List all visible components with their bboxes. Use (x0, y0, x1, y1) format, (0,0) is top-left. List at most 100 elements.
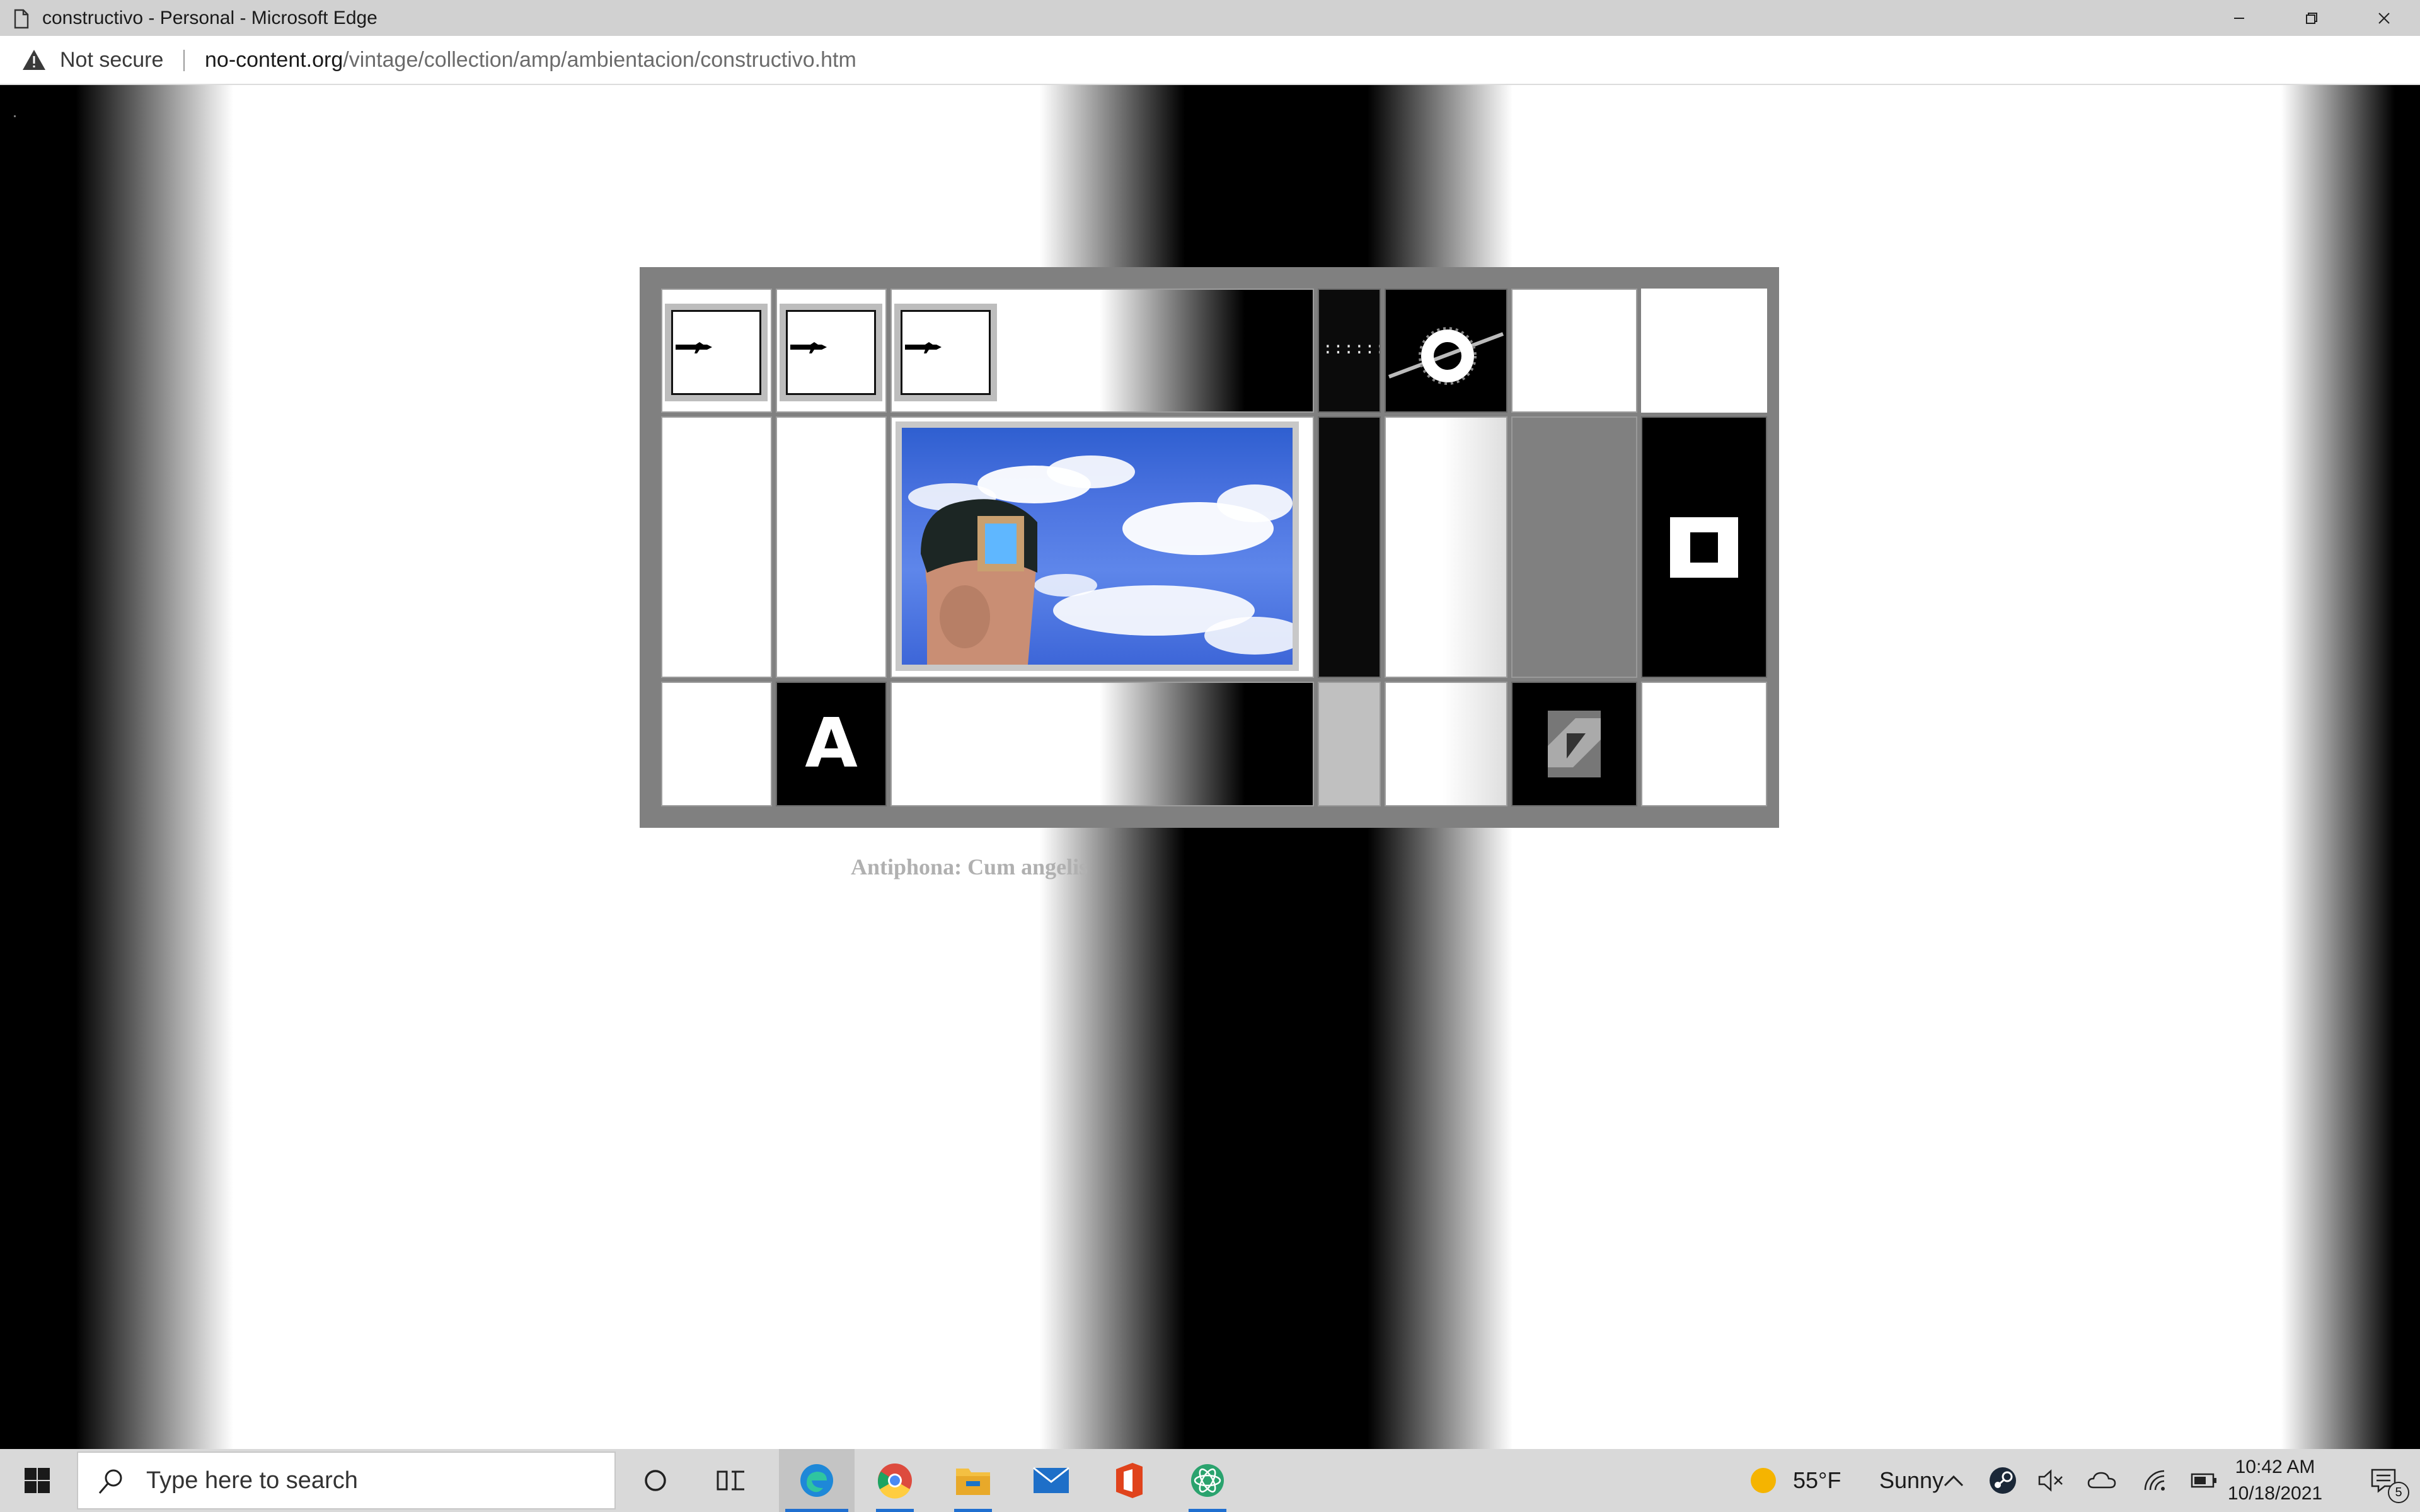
plane-icon (676, 342, 712, 353)
search-icon (98, 1469, 122, 1494)
clock-time: 10:42 AM (2235, 1457, 2315, 1477)
blurred-shape-icon[interactable] (1531, 696, 1617, 793)
close-icon (2378, 12, 2390, 24)
thumbnail-link[interactable] (780, 304, 882, 401)
thumbnail-link[interactable] (894, 304, 997, 401)
windows-logo-icon (25, 1468, 50, 1493)
cortana-button[interactable] (624, 1449, 687, 1512)
grid-cell (890, 682, 1314, 806)
url-field[interactable]: no-content.org/vintage/collection/amp/am… (205, 36, 856, 84)
edge-icon (800, 1464, 833, 1497)
taskbar-chrome-button[interactable] (857, 1449, 933, 1512)
taskbar-file-explorer-button[interactable] (935, 1449, 1011, 1512)
grid-cell (661, 416, 772, 678)
network-button[interactable] (2136, 1449, 2174, 1512)
divider (183, 50, 185, 71)
active-indicator (785, 1509, 848, 1512)
taskbar-edge-button[interactable] (779, 1449, 855, 1512)
sun-icon (1751, 1468, 1776, 1493)
close-button[interactable] (2348, 0, 2420, 36)
grid-cell: :::::::: (1318, 289, 1381, 413)
office-icon (1116, 1463, 1143, 1498)
minimize-button[interactable] (2203, 0, 2275, 36)
constructivo-grid-frame: :::::::: (640, 267, 1779, 828)
window-title: constructivo - Personal - Microsoft Edge (42, 8, 377, 28)
minimize-icon (2233, 17, 2244, 19)
grid-cell (1318, 682, 1381, 806)
grid-cell (1511, 682, 1637, 806)
taskbar-mail-button[interactable] (1013, 1449, 1089, 1512)
show-hidden-icons-button[interactable] (1935, 1449, 1973, 1512)
grid-cell (661, 682, 772, 806)
weather-temperature[interactable]: 55°F (1793, 1449, 1841, 1512)
search-placeholder: Type here to search (146, 1467, 358, 1494)
grid-cell (1511, 416, 1637, 678)
task-view-icon (717, 1470, 744, 1491)
grid-cell (1385, 416, 1507, 678)
steam-icon (1990, 1467, 2016, 1494)
grid-cell (776, 289, 887, 413)
running-indicator (876, 1509, 914, 1512)
grid-cell (776, 416, 887, 678)
start-button[interactable] (0, 1449, 74, 1512)
task-view-button[interactable] (700, 1449, 763, 1512)
weather-condition[interactable]: Sunny (1879, 1449, 1944, 1512)
grid-cell (1511, 289, 1637, 413)
url-domain: no-content.org (205, 48, 343, 72)
grid-cell (1385, 682, 1507, 806)
atom-app-icon (1191, 1464, 1224, 1497)
running-indicator (954, 1509, 992, 1512)
thumbnail-link[interactable] (665, 304, 768, 401)
ring-image-icon[interactable] (1386, 290, 1506, 411)
steam-tray-button[interactable] (1984, 1449, 2022, 1512)
notification-center-button[interactable]: 5 (2348, 1449, 2420, 1512)
plane-icon (790, 342, 827, 353)
battery-icon (2191, 1473, 2216, 1488)
grid-cell (890, 289, 1314, 413)
clock-date: 10/18/2021 (2227, 1483, 2323, 1504)
onedrive-button[interactable] (2083, 1449, 2121, 1512)
taskbar-search-box[interactable]: Type here to search (77, 1452, 616, 1509)
page-caption: Antiphona: Cum angelis (851, 854, 1088, 879)
sky-head-photo[interactable] (896, 421, 1299, 671)
url-path: /vintage/collection/amp/ambientacion/con… (343, 48, 856, 72)
notification-badge: 5 (2388, 1482, 2409, 1503)
page-content: :::::::: (0, 85, 2420, 1449)
grid-cell (1318, 416, 1381, 678)
file-explorer-icon (956, 1469, 990, 1495)
mail-icon (1033, 1467, 1069, 1493)
grid-cell (1385, 289, 1507, 413)
volume-button[interactable] (2032, 1449, 2070, 1512)
cortana-circle-icon (645, 1470, 666, 1491)
square-frame-icon[interactable] (1665, 512, 1743, 583)
taskbar-clock[interactable]: 10:42 AM 10/18/2021 (2218, 1454, 2332, 1507)
grid-cell (1641, 289, 1767, 413)
taskbar-app-button[interactable] (1170, 1449, 1245, 1512)
cloud-icon (2087, 1472, 2116, 1489)
wifi-icon (2144, 1470, 2165, 1491)
speaker-muted-icon (2038, 1469, 2063, 1492)
grid-cell (1641, 416, 1767, 678)
page-icon (14, 9, 29, 29)
plane-icon (905, 342, 942, 353)
photo-illustration (908, 455, 1293, 665)
chrome-icon (878, 1463, 912, 1499)
grid-cell (661, 289, 772, 413)
grid-cell (1641, 682, 1767, 806)
security-label[interactable]: Not secure (60, 36, 163, 84)
running-indicator (1189, 1509, 1226, 1512)
grid-cell (890, 416, 1314, 678)
warning-icon[interactable] (21, 49, 47, 71)
restore-button[interactable] (2275, 0, 2348, 36)
taskbar: Type here to search 55°F Sunny 10:42 AM … (0, 1449, 2420, 1512)
battery-button[interactable] (2186, 1449, 2223, 1512)
grid-cell: A (776, 682, 887, 806)
taskbar-office-button[interactable] (1092, 1449, 1167, 1512)
dots-pattern: :::::::: (1323, 339, 1380, 358)
restore-icon (2305, 12, 2317, 24)
chevron-up-icon (1944, 1475, 1964, 1487)
letter-a-tile[interactable]: A (777, 683, 885, 805)
window-title-bar: constructivo - Personal - Microsoft Edge (0, 0, 2420, 36)
address-bar[interactable]: Not secure no-content.org/vintage/collec… (0, 36, 2420, 85)
weather-button[interactable] (1744, 1449, 1782, 1512)
